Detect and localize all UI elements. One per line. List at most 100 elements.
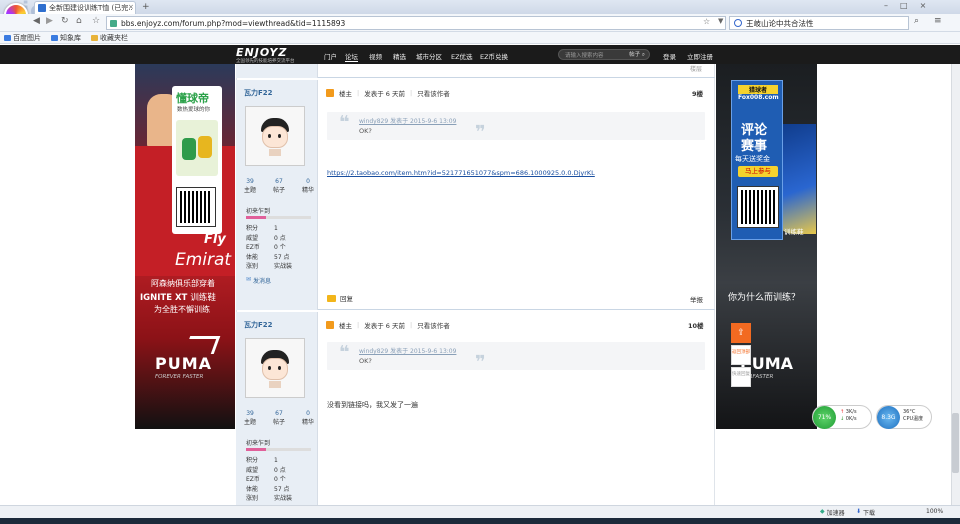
bookmark-item[interactable]: 知象库 — [51, 33, 81, 43]
quote-header[interactable]: windy829 发表于 2015-9-6 13:09 — [359, 346, 699, 355]
fox-big-2: 赛事 — [741, 139, 768, 154]
only-author-link[interactable]: 只看该作者 — [417, 320, 450, 330]
accelerator-icon: ◆ — [820, 508, 825, 515]
nav-ez-coin[interactable]: EZ币兑换 — [480, 51, 508, 61]
report-link[interactable]: 举报 — [690, 294, 703, 304]
fox-qr-code — [737, 186, 779, 228]
author-info: 积分 1 威望 0 点 EZ币 0 个 体能 57 点 涨别 实战装 — [246, 224, 292, 272]
site-search-button[interactable]: 帖子 ⌕ — [629, 50, 645, 59]
rank-progress-fill — [246, 216, 266, 219]
floor-number[interactable]: 9楼 — [692, 88, 703, 98]
send-message-link[interactable]: ✉ 发消息 — [246, 276, 271, 285]
menu-icon[interactable]: ≡ — [934, 16, 942, 26]
network-speed-widget[interactable]: 71% ↑ 3K/s ↓ 0K/s — [812, 405, 872, 429]
address-dropdown-icon[interactable]: ▼ — [718, 17, 723, 25]
site-search-input[interactable]: 请输入搜索内容 帖子 ⌕ — [558, 49, 650, 60]
cpu-temp-widget[interactable]: 8.3G 36°C CPU温度 — [876, 405, 932, 429]
author-name[interactable]: 瓦力F22 — [244, 320, 273, 330]
stat-num: 0 — [306, 178, 310, 185]
puma-cat-icon — [183, 336, 221, 354]
stat-digest[interactable]: 0 精华 — [302, 178, 314, 194]
upload-speed: 3K/s — [845, 409, 857, 415]
minimize-button[interactable]: – — [884, 1, 888, 10]
site-search-placeholder: 请输入搜索内容 — [565, 52, 604, 59]
quote-open-icon: ❝ — [339, 112, 350, 133]
address-bar[interactable]: bbs.enjoyz.com/forum.php?mod=viewthread&… — [106, 16, 726, 30]
stat-posts[interactable]: 67 帖子 — [273, 410, 285, 426]
owner-icon — [326, 89, 334, 97]
browser-search-input[interactable]: 王岐山论中共合法性 — [729, 16, 909, 30]
new-tab-button[interactable]: + — [142, 2, 150, 12]
stat-posts[interactable]: 67 帖子 — [273, 178, 285, 194]
left-advertisement[interactable]: 懂球帝 数热爱球的你 Fly Emirat 阿森纳俱乐部穿着 IGNITE XT… — [135, 64, 235, 429]
rank-progress — [246, 216, 311, 219]
back-icon[interactable]: ◀ — [33, 16, 40, 26]
tab-close-button[interactable]: × — [128, 3, 134, 11]
avatar[interactable] — [245, 338, 305, 398]
quick-reply-button[interactable]: 快速回复 — [731, 367, 751, 387]
author-info: 积分 1 威望 0 点 EZ币 0 个 体能 57 点 涨别 实战装 — [246, 456, 292, 504]
close-window-button[interactable]: × — [920, 1, 927, 10]
nav-portal[interactable]: 门户 — [324, 51, 337, 61]
share-icon[interactable]: ⇪ — [731, 323, 751, 343]
info-key: 涨别 — [246, 263, 259, 270]
only-author-link[interactable]: 只看该作者 — [417, 88, 450, 98]
avatar-eye-right — [278, 366, 281, 370]
nav-ez-select[interactable]: EZ优选 — [451, 51, 473, 61]
browser-tab[interactable]: 全新围建设训练T恤 (已完... — [34, 1, 136, 14]
stat-num: 39 — [246, 410, 254, 417]
login-link[interactable]: 登录 — [663, 51, 676, 61]
refresh-icon[interactable]: ↻ — [61, 16, 69, 26]
ad-headline-2: IGNITE XT 训练鞋 — [140, 291, 216, 303]
download-arrow-icon: ⬇ — [856, 508, 862, 515]
info-value: 实战装 — [274, 263, 293, 270]
accelerator-button[interactable]: ◆ 加速器 — [820, 508, 845, 517]
nav-featured[interactable]: 精选 — [393, 51, 406, 61]
home-icon[interactable]: ⌂ — [76, 16, 82, 26]
post-9: 楼主 | 发表于 6 天前 | 只看该作者 9楼 ❝ windy829 发表于 … — [318, 80, 715, 310]
bookmark-folder[interactable]: 收藏夹栏 — [91, 33, 128, 43]
maximize-button[interactable]: □ — [900, 1, 908, 10]
fox-badge: 猎球者 — [738, 85, 778, 94]
stat-num: 67 — [275, 410, 283, 417]
bookmark-star-icon[interactable]: ☆ — [703, 17, 710, 26]
avatar-eye-left — [268, 134, 271, 138]
avatar-skin — [262, 126, 288, 148]
bookmark-item[interactable]: 百度图片 — [4, 33, 41, 43]
fox-panel: 猎球者 Fox008.com 评论 赛事 每天送奖金 马上参与 — [731, 80, 783, 240]
nav-video[interactable]: 视频 — [369, 51, 382, 61]
sponsor-word: Emirat — [175, 250, 232, 270]
stat-topics[interactable]: 39 主题 — [244, 178, 256, 194]
download-button[interactable]: ⬇ 下载 — [856, 508, 875, 517]
fox-cta-button[interactable]: 马上参与 — [738, 166, 778, 177]
search-query: 王岐山论中共合法性 — [746, 18, 814, 28]
nav-city[interactable]: 城市分区 — [416, 51, 442, 61]
author-name[interactable]: 瓦力F22 — [244, 88, 273, 98]
rank-progress — [246, 448, 311, 451]
author-stats: 39 主题 67 帖子 0 精华 — [244, 178, 314, 194]
zoom-level[interactable]: 100% — [926, 508, 943, 515]
back-to-top-button[interactable]: 返回顶部 — [731, 345, 751, 365]
forward-icon[interactable]: ▶ — [46, 16, 53, 26]
author-column: 瓦力F22 39 主题 67 帖子 0 精华 初来乍到 积分 1 威望 0 点 EZ币 0 … — [236, 80, 318, 310]
stat-digest[interactable]: 0 精华 — [302, 410, 314, 426]
favorites-icon[interactable]: ☆ — [92, 16, 100, 26]
post-body-link[interactable]: https://2.taobao.com/item.htm?id=5217716… — [327, 169, 595, 177]
avatar[interactable] — [245, 106, 305, 166]
window-controls: – □ × — [884, 1, 926, 10]
scrollbar-thumb[interactable] — [952, 413, 959, 473]
bookmarks-bar: 百度图片 知象库 收藏夹栏 — [0, 32, 960, 44]
floor-number[interactable]: 10楼 — [688, 320, 704, 330]
ad-headline-2b: 训练鞋 — [190, 293, 216, 303]
search-icon[interactable]: ⌕ — [914, 16, 919, 26]
info-value: 实战装 — [274, 495, 293, 502]
stat-topics[interactable]: 39 主题 — [244, 410, 256, 426]
avatar-skin — [262, 358, 288, 380]
nav-forum[interactable]: 论坛 — [345, 51, 358, 62]
quote-header[interactable]: windy829 发表于 2015-9-6 13:09 — [359, 116, 699, 125]
reply-button[interactable]: 回复 — [327, 293, 353, 303]
register-link[interactable]: 立即注册 — [687, 51, 713, 61]
post-meta: 楼主 | 发表于 6 天前 | 只看该作者 — [326, 320, 450, 330]
reply-label: 回复 — [340, 295, 353, 303]
quote-block: ❝ windy829 发表于 2015-9-6 13:09 OK? ❞ — [327, 342, 705, 372]
